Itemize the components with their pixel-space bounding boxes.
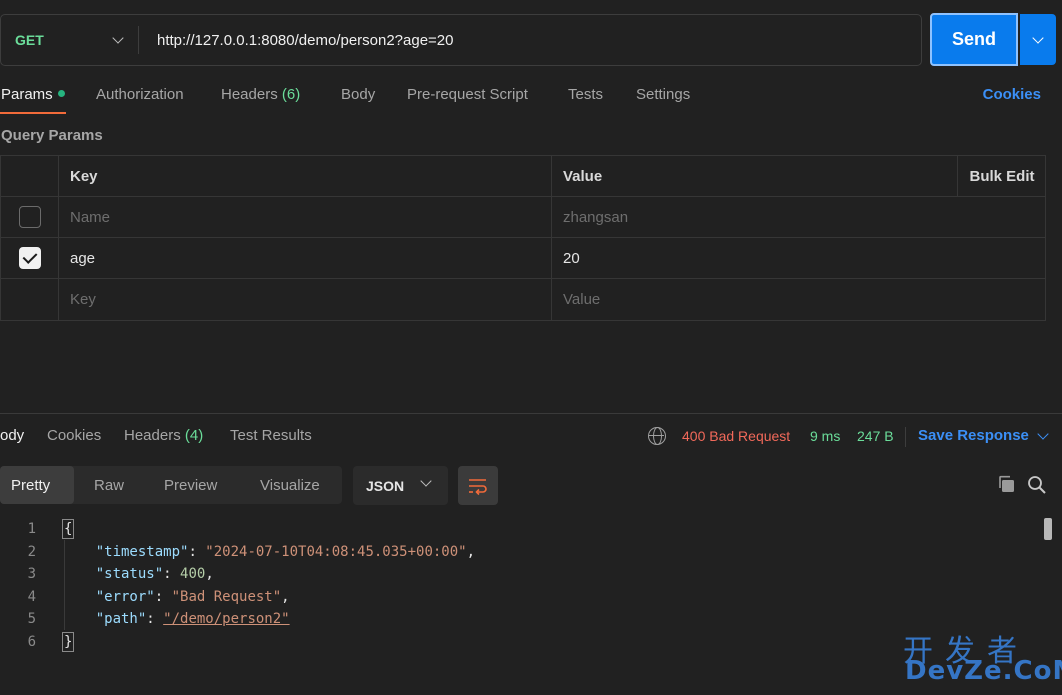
view-raw-button[interactable]: Raw (94, 466, 124, 504)
method-label: GET (15, 32, 44, 48)
key-column-header: Key (59, 156, 552, 196)
chevron-down-icon (112, 32, 124, 44)
line-number: 2 (27, 543, 36, 560)
url-input[interactable]: http://127.0.0.1:8080/demo/person2?age=2… (139, 32, 454, 49)
chevron-down-icon[interactable] (1037, 428, 1049, 440)
value-column-header: Value (563, 167, 603, 185)
checkbox-cell (1, 279, 59, 320)
query-params-table: Key Value Bulk Edit Name zhangsan age 20… (0, 155, 1046, 321)
table-header-row: Key Value Bulk Edit (1, 156, 1045, 197)
tab-settings[interactable]: Settings (636, 84, 690, 106)
checkbox-column-header (1, 156, 59, 196)
code-line: 1 { (0, 518, 1040, 541)
view-visualize-button[interactable]: Visualize (260, 466, 320, 504)
response-tab-headers[interactable]: Headers (4) (124, 425, 203, 447)
line-number: 1 (27, 521, 36, 537)
table-row: Name zhangsan (1, 197, 1045, 238)
status-code[interactable]: 400 Bad Request (682, 425, 790, 447)
param-value-input[interactable]: zhangsan (552, 197, 1046, 237)
new-value-input[interactable]: Value (552, 279, 1046, 320)
param-key-input[interactable]: age (59, 238, 552, 278)
checkbox-cell (1, 238, 59, 278)
active-tab-underline (0, 112, 66, 114)
cookies-link[interactable]: Cookies (983, 84, 1041, 106)
wrap-lines-button[interactable] (458, 466, 498, 505)
tab-params[interactable]: Params (1, 84, 65, 106)
new-key-input[interactable]: Key (59, 279, 552, 320)
code-line: 4 "error": "Bad Request", (0, 586, 1040, 609)
search-icon[interactable] (1027, 475, 1047, 495)
format-label: JSON (366, 477, 405, 494)
code-line: 3 "status": 400, (0, 563, 1040, 586)
wrap-lines-icon (469, 479, 487, 496)
pane-divider[interactable] (0, 413, 1062, 414)
response-tabs: ody Cookies Headers (4) Test Results 400… (0, 425, 1062, 449)
view-pretty-button[interactable]: Pretty (0, 466, 74, 504)
code-line: 6 } (0, 631, 1040, 654)
line-number: 6 (27, 633, 36, 650)
response-time[interactable]: 9 ms (810, 425, 840, 447)
checkbox-cell (1, 197, 59, 237)
globe-icon[interactable] (648, 427, 666, 445)
tab-headers[interactable]: Headers (6) (221, 84, 300, 106)
view-preview-button[interactable]: Preview (164, 466, 217, 504)
json-value: 400 (180, 566, 206, 583)
tab-params-label: Params (1, 86, 53, 103)
json-key: "timestamp" (95, 543, 189, 560)
param-checkbox[interactable] (18, 247, 41, 269)
active-indicator-dot (57, 90, 65, 97)
json-key: "status" (95, 566, 164, 583)
json-value: "Bad Request" (171, 588, 282, 605)
response-body-editor[interactable]: 1 { 2 "timestamp": "2024-07-10T04:08:45.… (0, 518, 1040, 654)
table-row: Key Value (1, 279, 1045, 320)
tab-authorization[interactable]: Authorization (96, 84, 184, 106)
line-number: 3 (27, 566, 36, 583)
separator (905, 427, 906, 447)
json-key: "error" (95, 588, 155, 605)
tab-body[interactable]: Body (341, 84, 375, 106)
tab-pre-request-script[interactable]: Pre-request Script (407, 84, 528, 106)
headers-count: (6) (281, 86, 301, 103)
vertical-scrollbar[interactable] (1044, 518, 1052, 540)
tab-tests[interactable]: Tests (568, 84, 603, 106)
line-number: 4 (27, 588, 36, 605)
chevron-down-icon (420, 475, 432, 487)
format-select[interactable]: JSON (353, 466, 448, 505)
json-comma: , (281, 588, 290, 605)
send-button[interactable]: Send (930, 13, 1018, 66)
close-brace: } (62, 631, 75, 652)
response-tab-test-results[interactable]: Test Results (230, 425, 312, 447)
url-bar: GET http://127.0.0.1:8080/demo/person2?a… (0, 14, 922, 66)
param-checkbox[interactable] (18, 206, 41, 228)
response-tab-cookies[interactable]: Cookies (47, 425, 101, 447)
method-select[interactable]: GET (1, 26, 139, 54)
bulk-edit-button[interactable]: Bulk Edit (957, 156, 1046, 196)
chevron-down-icon (1032, 31, 1044, 44)
copy-icon[interactable] (997, 475, 1015, 493)
request-tabs: Params Authorization Headers (6) Body Pr… (0, 84, 1062, 116)
response-headers-label: Headers (124, 427, 181, 444)
json-value: "2024-07-10T04:08:45.035+00:00" (205, 543, 467, 560)
watermark-en: DevZe.CoM (905, 656, 1062, 686)
open-brace: { (62, 519, 75, 539)
param-key-input[interactable]: Name (59, 197, 552, 237)
response-size[interactable]: 247 B (857, 425, 894, 447)
json-key: "path" (95, 611, 147, 628)
response-tab-body[interactable]: ody (0, 425, 24, 447)
param-value-input[interactable]: 20 (552, 238, 1046, 278)
code-line: 2 "timestamp": "2024-07-10T04:08:45.035+… (0, 541, 1040, 564)
view-mode-toggle: Pretty Raw Preview Visualize (0, 466, 342, 504)
query-params-title: Query Params (1, 127, 103, 144)
line-number: 5 (27, 611, 36, 628)
send-options-button[interactable] (1020, 14, 1056, 65)
code-line: 5 "path": "/demo/person2" (0, 608, 1040, 631)
save-response-button[interactable]: Save Response (918, 425, 1029, 447)
path-link[interactable]: "/demo/person2" (163, 611, 289, 627)
json-comma: , (466, 543, 476, 560)
response-headers-count: (4) (184, 427, 204, 444)
table-row: age 20 (1, 238, 1045, 279)
json-comma: , (205, 566, 214, 583)
tab-headers-label: Headers (221, 86, 278, 103)
